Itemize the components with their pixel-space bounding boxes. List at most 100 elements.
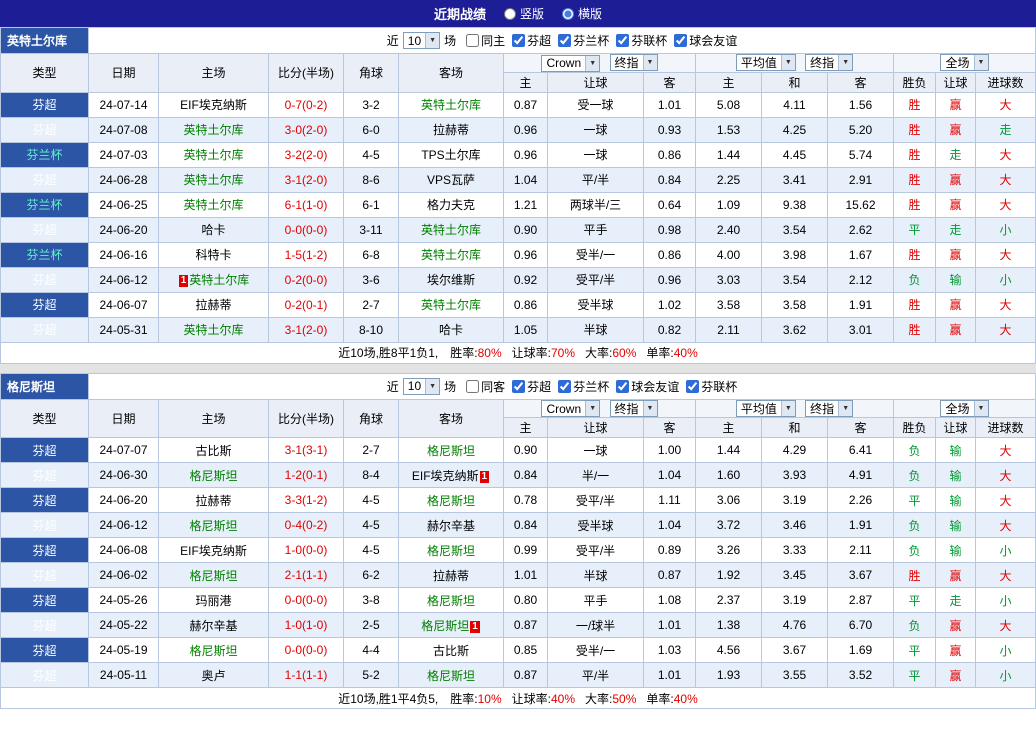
filter-checkbox[interactable] [558, 379, 572, 393]
ah-home-odds-cell: 0.99 [503, 537, 548, 563]
team-name[interactable]: 英特土尔库 [183, 148, 243, 162]
team-name[interactable]: 格尼斯坦 [427, 494, 475, 508]
team-name[interactable]: 格尼斯坦 [427, 444, 475, 458]
team-name[interactable]: 拉赫蒂 [195, 298, 231, 312]
filter-option[interactable]: 芬兰杯 [558, 378, 609, 395]
filter-option[interactable]: 芬超 [512, 32, 551, 49]
team-name[interactable]: 英特土尔库 [421, 98, 481, 112]
score-cell: 3-1(2-0) [268, 316, 344, 343]
filter-label: 芬兰杯 [573, 34, 610, 48]
col-header-ah-away: 客 [643, 417, 696, 438]
filter-option[interactable]: 球会友谊 [674, 32, 737, 49]
team-name[interactable]: 拉赫蒂 [195, 494, 231, 508]
filter-label: 芬联杯 [701, 379, 738, 394]
ah-away-odds-cell: 1.11 [643, 487, 696, 513]
filter-option[interactable]: 球会友谊 [616, 378, 679, 395]
team-name[interactable]: 英特土尔库 [183, 123, 243, 137]
eu-draw-odds-cell: 3.45 [761, 562, 828, 588]
team-name[interactable]: 格尼斯坦 [427, 669, 475, 683]
team-name[interactable]: EIF埃克纳斯 [180, 98, 247, 112]
average-odds-select[interactable]: 平均值 ▼ [735, 399, 796, 417]
eu-draw-odds-cell: 3.55 [761, 662, 828, 688]
filter-checkbox[interactable] [616, 34, 630, 47]
match-count-select[interactable]: 10 ▼ [402, 377, 441, 395]
team-name[interactable]: 格尼斯坦 [189, 469, 237, 483]
stat-label: 大率: [585, 691, 613, 706]
goals-result-cell: 走 [975, 116, 1036, 143]
team-name[interactable]: EIF埃克纳斯 [412, 469, 479, 483]
vertical-layout-radio[interactable] [503, 7, 516, 20]
team-name[interactable]: 英特土尔库 [421, 223, 481, 237]
team-name[interactable]: 英特土尔库 [421, 298, 481, 312]
team-name[interactable]: 玛丽港 [195, 594, 231, 608]
summary-stat: 让球率:40% [512, 692, 575, 706]
filter-option[interactable]: 同客 [466, 378, 505, 395]
corner-cell: 4-4 [343, 637, 399, 663]
eu-final-odds-select[interactable]: 终指 ▼ [805, 399, 854, 417]
full-match-select[interactable]: 全场 ▼ [940, 399, 989, 417]
team-name[interactable]: 科特卡 [195, 248, 231, 262]
filter-option[interactable]: 芬联杯 [616, 32, 667, 49]
away-team-cell: 英特土尔库 [398, 216, 504, 243]
vertical-layout-label: 竖版 [519, 7, 544, 21]
team-name[interactable]: 赫尔辛基 [427, 519, 475, 533]
away-team-cell: 英特土尔库 [398, 291, 504, 318]
filter-checkbox[interactable] [466, 379, 480, 393]
full-match-select[interactable]: 全场 ▼ [940, 54, 989, 72]
filter-checkbox[interactable] [512, 34, 526, 47]
team-name[interactable]: 英特土尔库 [189, 273, 249, 287]
team-name[interactable]: 拉赫蒂 [433, 569, 469, 583]
filter-option[interactable]: 芬联杯 [686, 378, 737, 395]
team-name[interactable]: 埃尔维斯 [427, 273, 475, 287]
team-name[interactable]: 格尼斯坦 [427, 544, 475, 558]
team-name[interactable]: 哈卡 [439, 323, 463, 337]
team-name[interactable]: 赫尔辛基 [189, 619, 237, 633]
team-name[interactable]: 奥卢 [201, 669, 225, 683]
team-name[interactable]: 格尼斯坦 [421, 619, 469, 633]
filter-option[interactable]: 芬超 [512, 378, 551, 395]
bookmaker-select[interactable]: Crown ▼ [541, 400, 601, 417]
bookmaker-select[interactable]: Crown ▼ [541, 54, 601, 72]
team-name[interactable]: VPS瓦萨 [427, 173, 475, 187]
ah-final-odds-select[interactable]: 终指 ▼ [609, 54, 658, 71]
team-name[interactable]: 英特土尔库 [183, 323, 243, 337]
team-name[interactable]: 格尼斯坦 [427, 594, 475, 608]
filter-option[interactable]: 同主 [466, 32, 505, 49]
layout-option-vertical[interactable]: 竖版 [503, 5, 544, 22]
filter-checkbox[interactable] [686, 379, 700, 393]
team-name[interactable]: EIF埃克纳斯 [180, 544, 247, 558]
team-name[interactable]: 英特土尔库 [421, 248, 481, 262]
goals-result-cell: 小 [975, 637, 1036, 663]
team-name[interactable]: 英特土尔库 [183, 173, 243, 187]
team-name[interactable]: 古比斯 [433, 644, 469, 658]
team-name[interactable]: 格力夫克 [427, 198, 475, 212]
eu-home-odds-cell: 3.72 [695, 512, 762, 538]
filter-checkbox[interactable] [616, 379, 630, 393]
eu-home-odds-cell: 2.11 [695, 316, 762, 343]
match-count-select[interactable]: 10 ▼ [402, 32, 441, 49]
filter-checkbox[interactable] [512, 379, 526, 393]
col-header-away: 客场 [398, 398, 504, 438]
team-name[interactable]: TPS土尔库 [421, 148, 480, 162]
team-name[interactable]: 格尼斯坦 [189, 644, 237, 658]
team-name[interactable]: 古比斯 [195, 444, 231, 458]
team-table-1: 英特土尔库 近 10 ▼ 场 同主芬超芬兰杯芬联杯球会友谊 类型 日期 [0, 27, 1036, 364]
horizontal-layout-radio[interactable] [562, 7, 574, 20]
filter-option[interactable]: 芬兰杯 [558, 32, 609, 49]
team-name[interactable]: 拉赫蒂 [433, 123, 469, 137]
ah-home-odds-cell: 0.78 [503, 487, 548, 513]
goals-result-cell: 小 [975, 587, 1036, 613]
filter-checkbox[interactable] [674, 34, 688, 47]
layout-option-horizontal[interactable]: 横版 [562, 5, 602, 22]
average-odds-select[interactable]: 平均值 ▼ [735, 54, 796, 72]
eu-final-odds-select[interactable]: 终指 ▼ [805, 54, 854, 72]
team-name[interactable]: 格尼斯坦 [189, 569, 237, 583]
eu-away-odds-cell: 6.70 [827, 612, 894, 638]
ah-final-odds-select[interactable]: 终指 ▼ [609, 399, 658, 417]
filter-checkbox[interactable] [558, 34, 572, 47]
filter-checkbox[interactable] [466, 34, 480, 47]
team-name[interactable]: 哈卡 [201, 223, 225, 237]
goals-result-cell: 大 [975, 512, 1036, 538]
team-name[interactable]: 英特土尔库 [183, 198, 243, 212]
team-name[interactable]: 格尼斯坦 [189, 519, 237, 533]
